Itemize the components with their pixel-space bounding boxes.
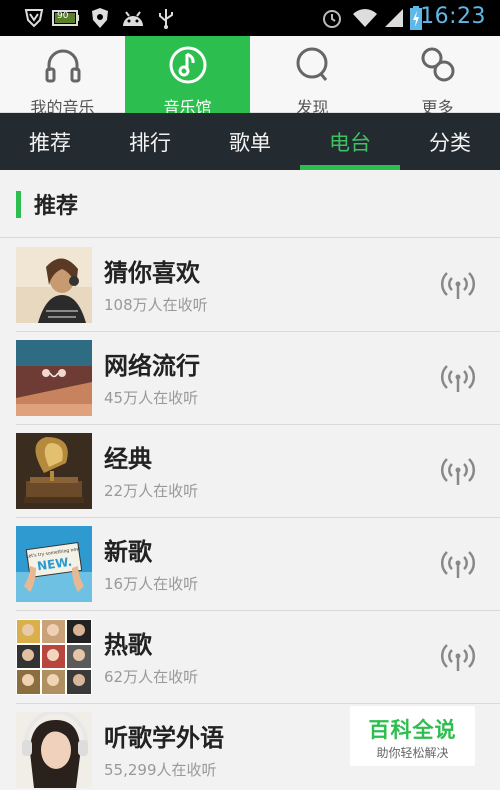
section-header: 推荐 — [0, 170, 500, 238]
tab-my-music[interactable]: 我的音乐 — [0, 36, 125, 117]
radio-broadcast-icon[interactable] — [440, 269, 476, 305]
listener-count: 45万人在收听 — [104, 389, 199, 407]
status-time: 16:23 — [420, 4, 486, 29]
battery-icon: 90 — [52, 6, 80, 30]
station-name: 听歌学外语 — [104, 724, 224, 752]
listener-count: 22万人在收听 — [104, 482, 199, 500]
station-thumbnail — [16, 712, 92, 788]
android-icon — [120, 6, 146, 30]
list-item[interactable]: 网络流行 45万人在收听 — [16, 332, 500, 425]
station-thumbnail — [16, 247, 92, 323]
station-thumbnail — [16, 340, 92, 416]
tab-music-hall[interactable]: 音乐馆 — [125, 36, 250, 117]
list-item[interactable]: 经典 22万人在收听 — [16, 425, 500, 518]
section-accent-bar — [16, 191, 21, 218]
wifi-icon — [350, 6, 380, 30]
listener-count: 55,299人在收听 — [104, 761, 217, 779]
station-name: 经典 — [104, 445, 152, 473]
listener-count: 16万人在收听 — [104, 575, 199, 593]
battery-level-text: 90 — [57, 11, 69, 21]
list-item[interactable]: 热歌 62万人在收听 — [16, 611, 500, 704]
signal-icon — [382, 6, 406, 30]
shield-v-icon — [22, 6, 46, 30]
category-bar: 推荐 排行 歌单 电台 分类 — [0, 113, 500, 170]
tab-discover[interactable]: 发现 — [250, 36, 375, 117]
listener-count: 108万人在收听 — [104, 296, 208, 314]
station-name: 猜你喜欢 — [104, 259, 200, 287]
station-thumbnail: Let's try something new NEW. — [16, 526, 92, 602]
radio-broadcast-icon[interactable] — [440, 548, 476, 584]
tab-more[interactable]: 更多 — [375, 36, 500, 117]
radio-broadcast-icon[interactable] — [440, 641, 476, 677]
category-radio[interactable]: 电台 — [300, 113, 400, 170]
search-discover-icon — [292, 44, 334, 90]
status-bar: 90 16:23 — [0, 0, 500, 36]
watermark-subtitle: 助你轻松解决 — [376, 746, 449, 760]
station-name: 热歌 — [104, 631, 152, 659]
station-thumbnail — [16, 433, 92, 509]
watermark-title: 百科全说 — [368, 718, 457, 742]
list-item[interactable]: Let's try something new NEW. 新歌 16万人在收听 — [16, 518, 500, 611]
radio-broadcast-icon[interactable] — [440, 362, 476, 398]
listener-count: 62万人在收听 — [104, 668, 199, 686]
category-playlists[interactable]: 歌单 — [200, 113, 300, 170]
music-note-icon — [167, 44, 209, 90]
headphones-icon — [42, 44, 84, 90]
category-genres[interactable]: 分类 — [400, 113, 500, 170]
category-ranking[interactable]: 排行 — [100, 113, 200, 170]
usb-icon — [156, 6, 176, 30]
radio-broadcast-icon[interactable] — [440, 455, 476, 491]
top-nav: 我的音乐 音乐馆 发现 更多 — [0, 36, 500, 117]
list-item[interactable]: 猜你喜欢 108万人在收听 — [16, 239, 500, 332]
station-thumbnail — [16, 619, 92, 695]
station-name: 网络流行 — [104, 352, 200, 380]
watermark: 百科全说 助你轻松解决 — [350, 706, 475, 766]
category-recommend[interactable]: 推荐 — [0, 113, 100, 170]
more-circles-icon — [417, 44, 459, 90]
section-title: 推荐 — [34, 194, 79, 219]
security-shield-icon — [90, 6, 110, 30]
station-name: 新歌 — [104, 538, 152, 566]
alarm-clock-icon — [320, 6, 344, 30]
